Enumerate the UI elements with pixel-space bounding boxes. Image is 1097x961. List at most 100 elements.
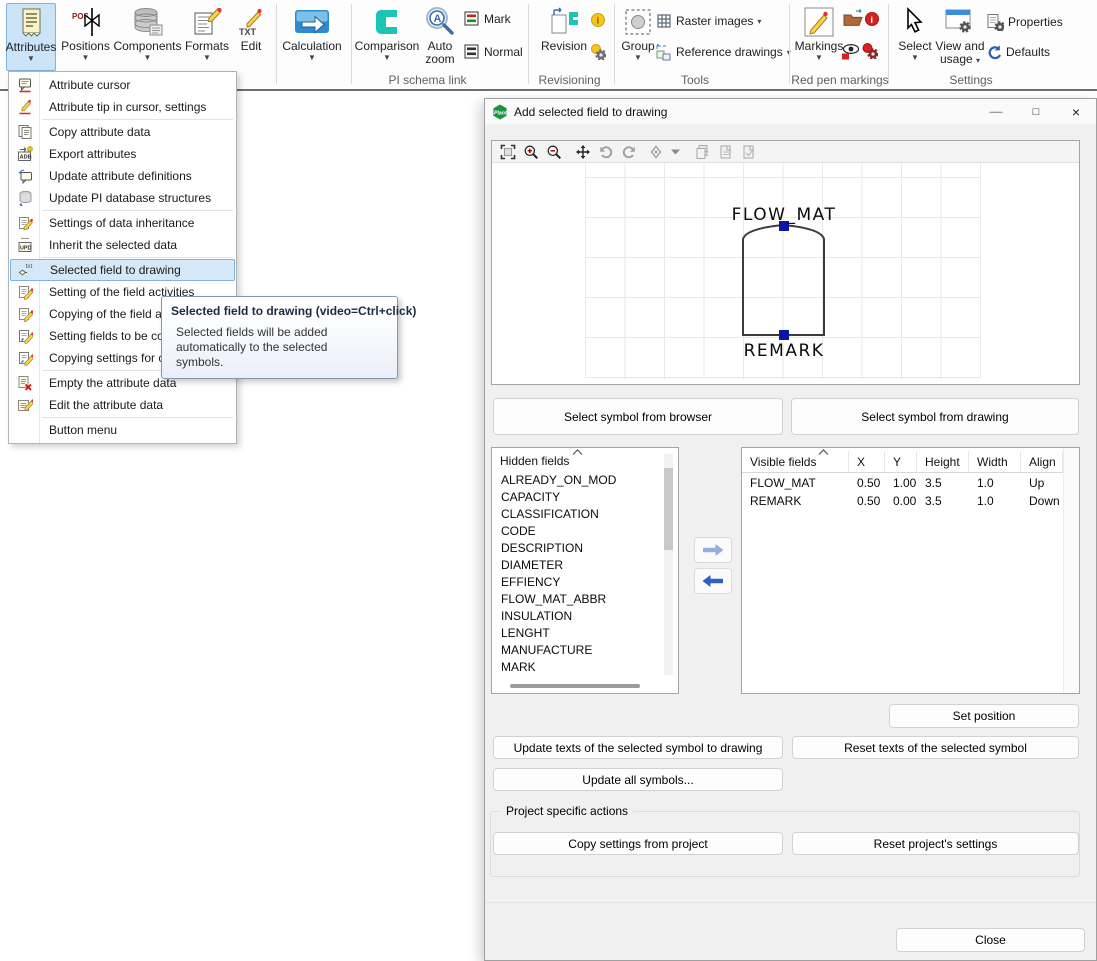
drawing-canvas[interactable]: FLOW_MAT REMARK [492,163,1079,384]
menu-item-export-attributes[interactable]: ADBExport attributes [10,143,235,165]
hidden-field-item[interactable]: EFFIENCY [496,574,660,591]
menu-item-inherit-the-selected-data[interactable]: UPDInherit the selected data [10,234,235,256]
hidden-field-item[interactable]: CAPACITY [496,489,660,506]
visible-fields-column-header[interactable]: Y [885,451,917,472]
gear-info-icon [590,44,606,60]
pan-icon[interactable] [574,143,591,160]
ribbon-button-comparison[interactable]: Comparison ▼ [356,3,418,71]
visible-field-row[interactable]: FLOW_MAT0.501.003.51.0Up [742,474,1063,492]
menu-item-attribute-cursor[interactable]: Attribute cursor [10,74,235,96]
ribbon-group-label-tools: Tools [640,73,750,87]
ribbon-button-markings[interactable]: Markings ▼ [796,3,842,71]
menu-item-button-menu[interactable]: Button menu [10,419,235,441]
ribbon-button-calculation[interactable]: Calculation ▼ [280,3,344,71]
chevron-down-icon: ▼ [815,54,823,62]
paste-field-icon[interactable] [740,143,757,160]
update-all-symbols-button[interactable]: Update all symbols... [493,768,783,791]
field-handle-bottom[interactable] [779,330,789,340]
move-to-hidden-button[interactable] [694,568,732,594]
hidden-fields-header[interactable]: Hidden fields [500,454,569,468]
reset-texts-button[interactable]: Reset texts of the selected symbol [792,736,1079,759]
markings-settings-button[interactable] [862,43,878,59]
redo-icon[interactable] [620,143,637,160]
visible-field-cell: 3.5 [917,476,969,490]
minimize-icon[interactable]: — [976,99,1016,124]
ribbon-button-edit[interactable]: TXT Edit [232,3,270,71]
menu-item-update-attribute-definitions[interactable]: Update attribute definitions [10,165,235,187]
zoom-out-icon[interactable] [545,143,562,160]
menu-item-settings-of-data-inheritance[interactable]: Settings of data inheritance [10,212,235,234]
visible-field-cell: 1.0 [969,476,1021,490]
ribbon-button-group[interactable]: Group ▼ [618,3,658,71]
ribbon-button-attributes[interactable]: Attributes ▼ [6,3,56,71]
markings-info-button[interactable]: i [864,11,880,27]
menu-item-label: Settings of data inheritance [40,216,194,230]
ribbon-button-components[interactable]: Components ▼ [113,3,182,71]
ribbon-button-formats[interactable]: Formats ▼ [183,3,231,71]
menu-item-selected-field-to-drawing[interactable]: txtSelected field to drawing [10,259,235,281]
update-texts-button[interactable]: Update texts of the selected symbol to d… [493,736,783,759]
ribbon-button-positions[interactable]: POS Positions ▼ [59,3,112,71]
hidden-field-item[interactable]: MANUFACTURE [496,642,660,659]
hidden-field-item[interactable]: DIAMETER [496,557,660,574]
hidden-field-item[interactable]: FLOW_MAT_ABBR [496,591,660,608]
select-symbol-from-browser-button[interactable]: Select symbol from browser [493,398,783,435]
undo-icon[interactable] [597,143,614,160]
hidden-field-item[interactable]: ALREADY_ON_MOD [496,472,660,489]
menu-item-edit-the-attribute-data[interactable]: Edit the attribute data [10,394,235,416]
visible-fields-column-header[interactable]: Width [969,451,1021,472]
chevron-down-icon[interactable] [670,143,680,160]
revision-settings-button[interactable] [590,44,606,60]
ribbon-button-properties[interactable]: Properties [986,13,1063,31]
chevron-down-icon: ▼ [203,54,211,62]
visible-fields-header-row[interactable]: Visible fieldsXYHeightWidthAlign [742,451,1063,473]
bottom-divider [485,902,1096,903]
ribbon-button-raster-images[interactable]: Raster images ▾ [656,13,761,29]
maximize-icon[interactable]: □ [1016,99,1056,124]
copy-settings-from-project-button[interactable]: Copy settings from project [493,832,783,855]
ribbon-button-normal[interactable]: Normal [464,44,523,60]
ribbon-button-view-and-usage[interactable]: View and usage ▾ [934,3,986,71]
dialog-titlebar[interactable]: Plant Add selected field to drawing — □ … [485,99,1096,124]
visible-fields-column-header[interactable]: X [849,451,885,472]
hidden-field-item[interactable]: MARK [496,659,660,676]
hidden-fields-hscrollbar[interactable] [498,682,660,690]
svg-text:Plant: Plant [494,110,507,116]
visible-field-row[interactable]: REMARK0.500.003.51.0Down [742,492,1063,510]
visible-fields-scroll-gutter[interactable] [1063,448,1079,693]
hidden-field-item[interactable]: LENGHT [496,625,660,642]
visible-fields-column-header[interactable]: Align [1021,451,1063,472]
hidden-field-item[interactable]: CODE [496,523,660,540]
markings-open-button[interactable] [843,9,863,29]
ribbon-button-auto-zoom[interactable]: A Auto zoom [420,3,460,71]
move-to-visible-button[interactable] [694,537,732,563]
set-position-button[interactable]: Set position [889,704,1079,728]
zoom-in-icon[interactable] [522,143,539,160]
visible-fields-column-header[interactable]: Visible fields [742,451,849,472]
menu-item-attribute-tip-in-cursor-settings[interactable]: Attribute tip in cursor, settings [10,96,235,118]
ribbon-button-revision[interactable]: Revision [536,3,592,71]
ribbon-button-reference-drawings[interactable]: Reference drawings ▾ [654,43,791,61]
hidden-field-item[interactable]: INSULATION [496,608,660,625]
sort-chevron-icon[interactable] [572,449,583,455]
ribbon-button-defaults[interactable]: Defaults [986,44,1050,60]
ribbon-button-select[interactable]: Select ▼ [895,3,935,71]
paste-text-icon[interactable] [717,143,734,160]
ribbon-button-mark[interactable]: Mark [464,11,511,27]
target-icon[interactable] [647,143,664,160]
markings-visibility-button[interactable] [841,43,859,61]
close-button[interactable]: Close [896,928,1085,952]
paste-symbol-icon[interactable] [694,143,711,160]
menu-item-update-pi-database-structures[interactable]: Update PI database structures [10,187,235,209]
hidden-field-item[interactable]: DESCRIPTION [496,540,660,557]
close-icon[interactable]: × [1056,99,1096,124]
visible-fields-column-header[interactable]: Height [917,451,969,472]
select-symbol-from-drawing-button[interactable]: Select symbol from drawing [791,398,1079,435]
reset-projects-settings-button[interactable]: Reset project's settings [792,832,1079,855]
zoom-extents-icon[interactable] [499,143,516,160]
menu-item-copy-attribute-data[interactable]: Copy attribute data [10,121,235,143]
revision-info-button[interactable]: i [590,12,606,28]
hidden-fields-vscrollbar[interactable] [664,454,673,675]
field-to-drawing-icon: txt [11,262,41,278]
hidden-field-item[interactable]: CLASSIFICATION [496,506,660,523]
